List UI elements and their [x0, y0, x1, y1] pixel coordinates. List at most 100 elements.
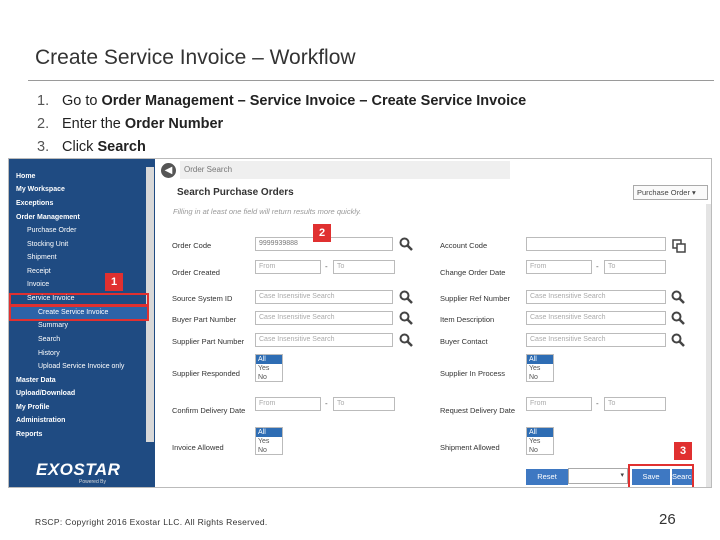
form-scrollbar[interactable] [706, 204, 711, 487]
reset-button[interactable]: Reset [526, 469, 568, 485]
saved-search-select[interactable]: ▾ [568, 468, 628, 484]
order-created-to-input[interactable]: To [333, 260, 395, 274]
listbox-option[interactable]: No [256, 373, 282, 382]
back-arrow-icon[interactable]: ◀ [161, 163, 176, 178]
listbox-option[interactable]: All [527, 428, 553, 437]
nav-master-data[interactable]: Master Data [16, 377, 56, 384]
shipment-allowed-listbox[interactable]: All Yes No [526, 427, 554, 455]
supplier-ref-number-input[interactable]: Case Insensitive Search [526, 290, 666, 304]
supplier-part-search-icon[interactable] [399, 333, 413, 347]
source-system-id-input[interactable]: Case Insensitive Search [255, 290, 393, 304]
step-item: 3. Click Search [37, 139, 146, 155]
supplier-ref-number-label: Supplier Ref Number [440, 294, 511, 303]
order-type-select[interactable]: Purchase Order ▾ [633, 185, 708, 200]
confirm-delivery-from-input[interactable]: From [255, 397, 321, 411]
chevron-down-icon: ▾ [692, 188, 696, 197]
supplier-in-process-listbox[interactable]: All Yes No [526, 354, 554, 382]
nav-stocking-unit[interactable]: Stocking Unit [27, 241, 68, 248]
nav-upload-download[interactable]: Upload/Download [16, 390, 75, 397]
request-delivery-date-label: Request Delivery Date [440, 406, 516, 415]
nav-home[interactable]: Home [16, 173, 35, 180]
range-dash: - [325, 399, 328, 408]
buyer-contact-input[interactable]: Case Insensitive Search [526, 333, 666, 347]
nav-my-workspace[interactable]: My Workspace [16, 186, 65, 193]
supplier-part-number-label: Supplier Part Number [172, 337, 245, 346]
nav-service-invoice[interactable]: Service Invoice [27, 295, 74, 302]
listbox-option[interactable]: Yes [527, 364, 553, 373]
buyer-part-search-icon[interactable] [399, 311, 413, 325]
request-delivery-from-input[interactable]: From [526, 397, 592, 411]
supplier-responded-label: Supplier Responded [172, 369, 240, 378]
nav-upload-service-invoice[interactable]: Upload Service Invoice only [38, 363, 124, 370]
step-item: 1. Go to Order Management – Service Invoi… [37, 93, 527, 109]
search-form-panel: ◀ Order Search Search Purchase Orders Fi… [158, 159, 711, 487]
buyer-contact-search-icon[interactable] [671, 333, 685, 347]
callout-badge-2: 2 [313, 224, 331, 242]
nav-search[interactable]: Search [38, 336, 60, 343]
invoice-allowed-listbox[interactable]: All Yes No [255, 427, 283, 455]
item-description-label: Item Description [440, 315, 495, 324]
app-screenshot: Home My Workspace Exceptions Order Manag… [8, 158, 712, 488]
shipment-allowed-label: Shipment Allowed [440, 443, 500, 452]
confirm-delivery-to-input[interactable]: To [333, 397, 395, 411]
title-divider [28, 80, 714, 81]
nav-order-management[interactable]: Order Management [16, 214, 80, 221]
buyer-contact-label: Buyer Contact [440, 337, 488, 346]
supplier-responded-listbox[interactable]: All Yes No [255, 354, 283, 382]
account-code-input[interactable] [526, 237, 666, 251]
change-order-date-label: Change Order Date [440, 268, 506, 277]
item-description-input[interactable]: Case Insensitive Search [526, 311, 666, 325]
change-order-from-input[interactable]: From [526, 260, 592, 274]
listbox-option[interactable]: All [527, 355, 553, 364]
exostar-logo: EXOSTAR [36, 460, 121, 479]
order-created-label: Order Created [172, 268, 220, 277]
buyer-part-number-input[interactable]: Case Insensitive Search [255, 311, 393, 325]
page-number: 26 [659, 511, 676, 528]
callout-badge-1: 1 [105, 273, 123, 291]
order-code-label: Order Code [172, 241, 212, 250]
listbox-option[interactable]: Yes [256, 437, 282, 446]
nav-shipment[interactable]: Shipment [27, 254, 57, 261]
nav-purchase-order[interactable]: Purchase Order [27, 227, 76, 234]
copy-icon[interactable] [672, 239, 686, 253]
nav-create-service-invoice[interactable]: Create Service Invoice [38, 309, 108, 316]
source-system-search-icon[interactable] [399, 290, 413, 304]
request-delivery-to-input[interactable]: To [604, 397, 666, 411]
change-order-to-input[interactable]: To [604, 260, 666, 274]
chevron-down-icon: ▾ [620, 472, 624, 479]
range-dash: - [596, 399, 599, 408]
listbox-option[interactable]: Yes [256, 364, 282, 373]
nav-reports[interactable]: Reports [16, 431, 42, 438]
listbox-option[interactable]: No [527, 446, 553, 455]
slide-title: Create Service Invoice – Workflow [35, 46, 356, 69]
invoice-allowed-label: Invoice Allowed [172, 443, 224, 452]
nav-receipt[interactable]: Receipt [27, 268, 51, 275]
nav-exceptions[interactable]: Exceptions [16, 200, 53, 207]
listbox-option[interactable]: All [256, 428, 282, 437]
form-title: Search Purchase Orders [177, 187, 294, 198]
nav-administration[interactable]: Administration [16, 417, 65, 424]
listbox-option[interactable]: No [256, 446, 282, 455]
breadcrumb: Order Search [180, 161, 510, 179]
step-item: 2. Enter the Order Number [37, 116, 224, 132]
nav-my-profile[interactable]: My Profile [16, 404, 49, 411]
listbox-option[interactable]: Yes [527, 437, 553, 446]
nav-history[interactable]: History [38, 350, 60, 357]
source-system-id-label: Source System ID [172, 294, 233, 303]
supplier-in-process-label: Supplier In Process [440, 369, 506, 378]
nav-summary[interactable]: Summary [38, 322, 68, 329]
order-created-from-input[interactable]: From [255, 260, 321, 274]
supplier-part-number-input[interactable]: Case Insensitive Search [255, 333, 393, 347]
supplier-ref-search-icon[interactable] [671, 290, 685, 304]
step-list: 1. Go to Order Management – Service Invoi… [37, 90, 526, 159]
listbox-option[interactable]: All [256, 355, 282, 364]
range-dash: - [325, 262, 328, 271]
order-code-search-icon[interactable] [399, 237, 413, 251]
copyright-footer: RSCP: Copyright 2016 Exostar LLC. All Ri… [35, 517, 268, 527]
account-code-label: Account Code [440, 241, 488, 250]
search-button-highlight [628, 464, 694, 487]
listbox-option[interactable]: No [527, 373, 553, 382]
item-description-search-icon[interactable] [671, 311, 685, 325]
nav-invoice[interactable]: Invoice [27, 281, 49, 288]
confirm-delivery-date-label: Confirm Delivery Date [172, 406, 246, 415]
